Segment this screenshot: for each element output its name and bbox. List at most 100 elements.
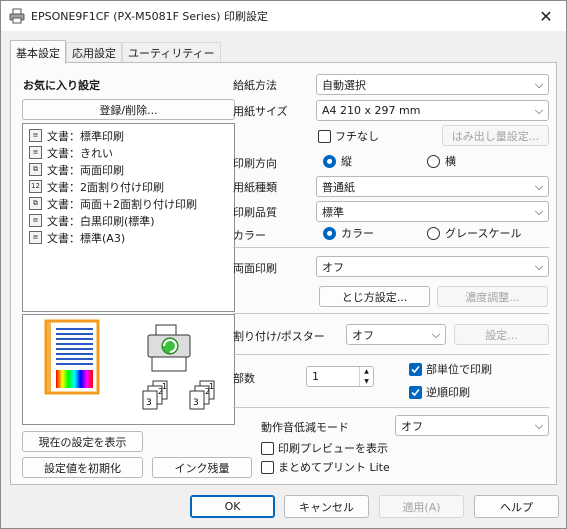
list-item[interactable]: ≡ 文書：きれい (23, 144, 234, 161)
radio-indicator (323, 226, 336, 240)
paper-type-select[interactable]: 普通紙 ⌵ (316, 176, 549, 197)
list-item[interactable]: ≡ 文書：標準(A3) (23, 229, 234, 246)
check-icon (411, 388, 420, 396)
tab-advanced[interactable]: 応用設定 (66, 42, 122, 63)
chevron-down-icon: ⌵ (534, 204, 544, 218)
copies-value: 1 (312, 370, 319, 383)
list-item-label: 文書：白黒印刷(標準) (47, 214, 155, 228)
spin-down-icon[interactable]: ▼ (360, 377, 373, 387)
copies-spinner[interactable]: 1 ▲ ▼ (306, 366, 374, 387)
borderless-checkbox[interactable]: フチなし (318, 128, 379, 144)
ink-level-button[interactable]: インク残量 (152, 457, 252, 478)
quiet-mode-value: オフ (401, 419, 423, 433)
collate-checkbox[interactable]: 部単位で印刷 (409, 361, 492, 377)
list-item[interactable]: ≡ 文書：白黒印刷(標準) (23, 212, 234, 229)
duplex-label: 両面印刷 (233, 262, 277, 275)
paper-source-label: 給紙方法 (233, 79, 277, 92)
quiet-mode-select[interactable]: オフ ⌵ (395, 415, 549, 436)
paper-size-select[interactable]: A4 210 x 297 mm ⌵ (316, 100, 549, 121)
layout-poster-select[interactable]: オフ ⌵ (346, 324, 446, 345)
two-up-icon: 12 (29, 180, 42, 193)
list-item[interactable]: ⧉ 文書：両面印刷 (23, 161, 234, 178)
mono-document-icon: ≡ (29, 214, 42, 227)
apply-button[interactable]: 適用(A) (379, 495, 464, 518)
color-label: カラー (233, 229, 266, 242)
tab-basic[interactable]: 基本設定 (10, 40, 66, 64)
tab-strip: 基本設定 応用設定 ユーティリティー (10, 40, 221, 64)
binding-settings-button[interactable]: とじ方設定... (319, 286, 430, 307)
paper-type-label: 用紙種類 (233, 181, 277, 194)
separator (233, 313, 549, 314)
tab-utility[interactable]: ユーティリティー (122, 42, 221, 63)
list-item[interactable]: ≡ 文書：標準印刷 (23, 127, 234, 144)
orientation-portrait-radio[interactable]: 縦 (323, 153, 352, 169)
list-item-label: 文書：きれい (47, 146, 113, 160)
list-item[interactable]: 12 文書：2面割り付け印刷 (23, 178, 234, 195)
svg-text:3: 3 (146, 398, 152, 408)
density-adjust-button[interactable]: 濃度調整... (437, 286, 548, 307)
spin-up-icon[interactable]: ▲ (360, 367, 373, 377)
chevron-down-icon: ⌵ (534, 179, 544, 193)
radio-indicator (427, 226, 440, 240)
favorites-title: お気に入り設定 (23, 79, 100, 92)
print-quality-select[interactable]: 標準 ⌵ (316, 201, 549, 222)
register-delete-button[interactable]: 登録/削除... (22, 99, 235, 120)
document-icon: ≡ (29, 231, 42, 244)
print-preview-checkbox[interactable]: 印刷プレビューを表示 (261, 440, 388, 456)
portrait-label: 縦 (341, 155, 352, 168)
print-lite-label: まとめてプリント Lite (278, 461, 390, 474)
close-icon[interactable]: ✕ (526, 1, 566, 31)
list-item-label: 文書：標準印刷 (47, 129, 124, 143)
layout-poster-label: 割り付け/ポスター (233, 330, 325, 343)
checkbox-box (261, 460, 274, 474)
svg-text:1: 1 (162, 382, 167, 391)
duplex-value: オフ (322, 260, 344, 274)
favorites-list[interactable]: ≡ 文書：標準印刷 ≡ 文書：きれい ⧉ 文書：両面印刷 12 文書：2面割り付… (22, 123, 235, 312)
layout-poster-value: オフ (352, 328, 374, 342)
radio-indicator (427, 154, 440, 168)
copies-label: 部数 (233, 372, 255, 385)
page-preview-icon: 3 2 1 3 2 1 (44, 319, 215, 410)
document-icon: ≡ (29, 129, 42, 142)
printer-app-icon (9, 8, 25, 24)
cancel-button[interactable]: キャンセル (284, 495, 369, 518)
orientation-landscape-radio[interactable]: 横 (427, 153, 456, 169)
basic-settings-panel: お気に入り設定 登録/削除... ≡ 文書：標準印刷 ≡ 文書：きれい ⧉ 文書… (10, 62, 557, 485)
grayscale-radio[interactable]: グレースケール (427, 225, 521, 241)
print-quality-value: 標準 (322, 205, 344, 219)
paper-size-label: 用紙サイズ (233, 105, 288, 118)
paper-source-value: 自動選択 (322, 78, 366, 92)
ok-button[interactable]: OK (190, 495, 275, 518)
reverse-order-checkbox[interactable]: 逆順印刷 (409, 384, 470, 400)
chevron-down-icon: ⌵ (534, 103, 544, 117)
paper-source-select[interactable]: 自動選択 ⌵ (316, 74, 549, 95)
print-preview-label: 印刷プレビューを表示 (278, 442, 388, 455)
quiet-mode-label: 動作音低減モード (261, 421, 349, 434)
list-item-label: 文書：両面印刷 (47, 163, 124, 177)
duplex-icon: ⧉ (29, 163, 42, 176)
print-settings-window: EPSONE9F1CF (PX-M5081F Series) 印刷設定 ✕ 基本… (0, 0, 567, 529)
radio-indicator (323, 154, 336, 168)
title-bar: EPSONE9F1CF (PX-M5081F Series) 印刷設定 ✕ (1, 1, 566, 31)
color-option-label: カラー (341, 227, 374, 240)
show-current-settings-button[interactable]: 現在の設定を表示 (22, 431, 143, 452)
window-title: EPSONE9F1CF (PX-M5081F Series) 印刷設定 (31, 10, 269, 23)
chevron-down-icon: ⌵ (431, 327, 441, 341)
list-item-label: 文書：2面割り付け印刷 (47, 180, 164, 194)
landscape-label: 横 (445, 155, 456, 168)
reset-settings-button[interactable]: 設定値を初期化 (22, 457, 143, 478)
color-radio[interactable]: カラー (323, 225, 374, 241)
svg-text:1: 1 (209, 382, 214, 391)
paper-type-value: 普通紙 (322, 180, 355, 194)
list-item[interactable]: ⧉ 文書：両面＋2面割り付け印刷 (23, 195, 234, 212)
print-lite-checkbox[interactable]: まとめてプリント Lite (261, 459, 390, 475)
list-item-label: 文書：両面＋2面割り付け印刷 (47, 197, 197, 211)
help-button[interactable]: ヘルプ (474, 495, 559, 518)
layout-settings-button[interactable]: 設定... (454, 324, 549, 345)
orientation-label: 印刷方向 (233, 157, 277, 170)
list-item-label: 文書：標準(A3) (47, 231, 126, 245)
duplex-select[interactable]: オフ ⌵ (316, 256, 549, 277)
checkbox-box (409, 362, 422, 376)
separator (233, 247, 549, 248)
overflow-settings-button[interactable]: はみ出し量設定... (442, 125, 549, 146)
